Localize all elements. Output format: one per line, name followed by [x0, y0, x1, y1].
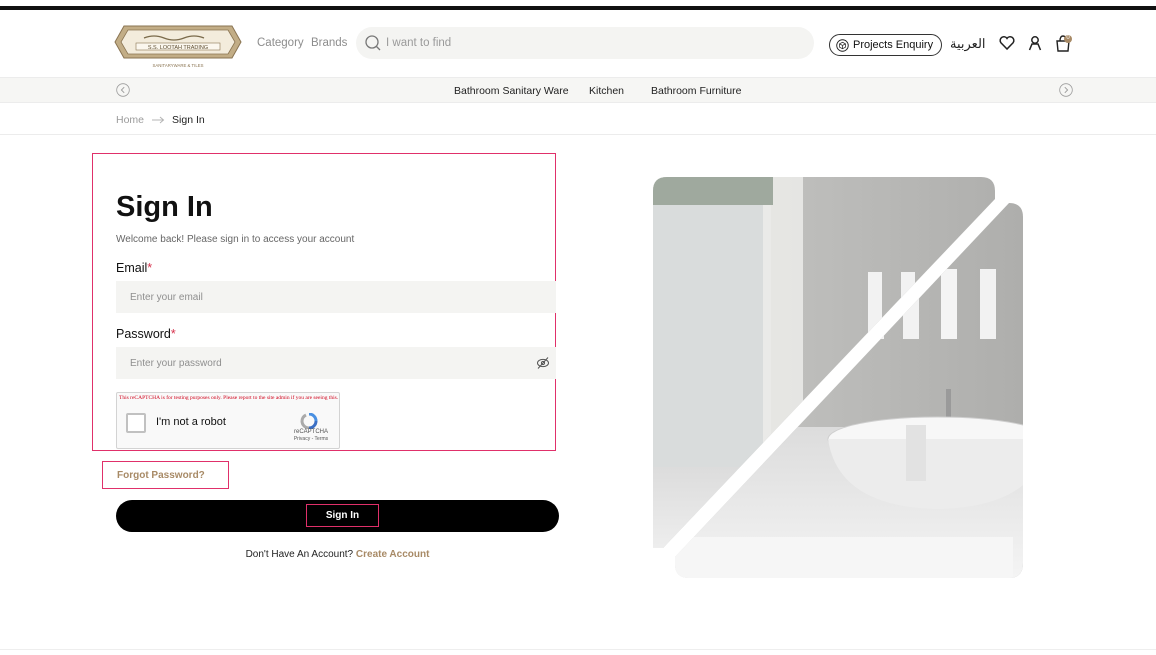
password-label: Password*: [116, 327, 176, 341]
create-account-line: Don't Have An Account? Create Account: [116, 549, 559, 560]
recaptcha-logo-icon: [300, 413, 318, 429]
brand-logo[interactable]: S.S. LOOTAH TRADING SANITARYWARE & TILES: [114, 22, 242, 70]
top-rule: [0, 6, 1156, 10]
required-mark: *: [147, 261, 153, 275]
logo-wordmark: S.S. LOOTAH TRADING: [148, 45, 208, 51]
search-bar: [356, 27, 814, 59]
cart-button[interactable]: 0: [1054, 33, 1074, 53]
category-kitchen[interactable]: Kitchen: [589, 85, 624, 97]
eye-off-icon[interactable]: [536, 356, 550, 370]
arrow-right-icon: [152, 116, 165, 124]
create-account-link[interactable]: Create Account: [356, 549, 430, 560]
site-header: S.S. LOOTAH TRADING SANITARYWARE & TILES…: [0, 20, 1156, 74]
password-field-wrapper: [116, 347, 556, 379]
recaptcha-terms-link[interactable]: Privacy - Terms: [287, 436, 335, 442]
required-mark: *: [170, 327, 176, 341]
brand-logo-graphic: S.S. LOOTAH TRADING SANITARYWARE & TILES: [114, 25, 242, 68]
search-icon[interactable]: [364, 34, 382, 52]
logo-tagline: SANITARYWARE & TILES: [153, 63, 204, 68]
forgot-password-highlight: Forgot Password?: [102, 461, 229, 489]
recaptcha-widget: This reCAPTCHA is for testing purposes o…: [116, 392, 340, 449]
category-bathroom-sanitary-ware[interactable]: Bathroom Sanitary Ware: [454, 85, 569, 97]
nav-category[interactable]: Category: [257, 37, 304, 49]
breadcrumb-home[interactable]: Home: [116, 114, 144, 126]
user-account-icon[interactable]: [1026, 34, 1044, 52]
recaptcha-checkbox[interactable]: [126, 413, 146, 433]
breadcrumb-divider: [0, 134, 1156, 135]
chevron-left-icon[interactable]: [116, 83, 130, 97]
box-icon: [836, 38, 849, 52]
bathroom-hero-image: [653, 177, 1023, 578]
language-switch[interactable]: العربية: [950, 36, 986, 52]
breadcrumb-current: Sign In: [172, 114, 205, 126]
projects-enquiry-button[interactable]: Projects Enquiry: [829, 34, 943, 56]
footer-divider: [0, 649, 1156, 650]
category-bar: Bathroom Sanitary Ware Kitchen Bathroom …: [0, 77, 1156, 103]
email-field[interactable]: [116, 281, 556, 313]
page-subtitle: Welcome back! Please sign in to access y…: [116, 234, 355, 245]
no-account-text: Don't Have An Account?: [245, 549, 354, 560]
recaptcha-brand: reCAPTCHA: [293, 429, 328, 435]
forgot-password-link[interactable]: Forgot Password?: [117, 470, 205, 481]
email-label: Email*: [116, 261, 152, 275]
wishlist-heart-icon[interactable]: [998, 34, 1016, 52]
cart-bag-icon: [1056, 35, 1072, 52]
signin-button-label: Sign In: [325, 510, 360, 521]
category-bathroom-furniture[interactable]: Bathroom Furniture: [651, 85, 741, 97]
projects-enquiry-label: Projects Enquiry: [853, 39, 934, 51]
recaptcha-warning: This reCAPTCHA is for testing purposes o…: [119, 395, 339, 401]
page-title: Sign In: [116, 191, 213, 223]
chevron-right-icon[interactable]: [1059, 83, 1073, 97]
breadcrumb: Home Sign In: [116, 114, 205, 126]
search-input[interactable]: [386, 27, 796, 59]
email-label-text: Email: [116, 261, 148, 275]
nav-brands[interactable]: Brands: [311, 37, 347, 49]
cart-count-badge: 0: [1066, 35, 1070, 41]
email-field-wrapper: [116, 281, 556, 313]
password-field[interactable]: [116, 347, 556, 379]
recaptcha-label: I'm not a robot: [156, 416, 226, 428]
password-label-text: Password: [116, 327, 171, 341]
